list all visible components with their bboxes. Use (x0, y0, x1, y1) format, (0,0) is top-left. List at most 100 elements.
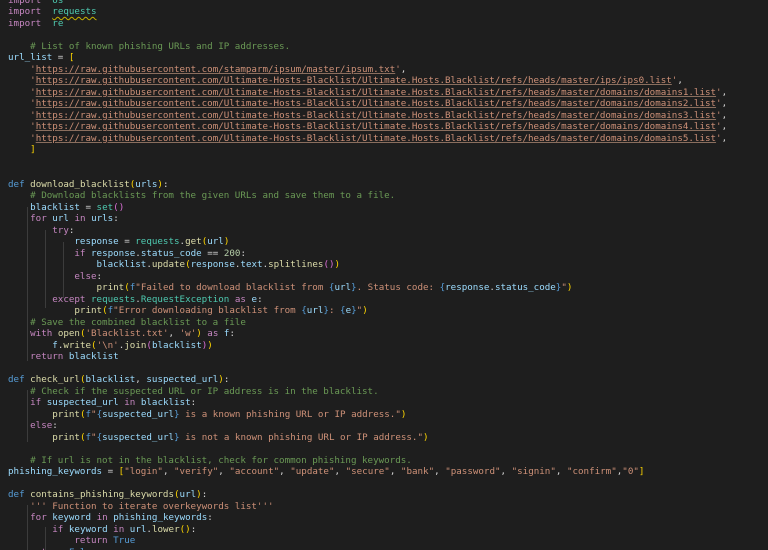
code-line[interactable]: else: (8, 271, 768, 283)
code-line[interactable]: import re (8, 18, 768, 30)
code-token: as (234, 293, 246, 305)
code-token: : (240, 247, 246, 259)
code-line[interactable]: try: (8, 225, 768, 237)
code-line[interactable]: 'https://raw.githubusercontent.com/Ultim… (8, 87, 768, 99)
code-token: = (118, 236, 136, 247)
code-token: get (185, 236, 202, 247)
code-line[interactable]: except requests.RequestException as e: (8, 294, 768, 306)
code-token: if (30, 397, 42, 408)
code-line[interactable] (8, 363, 768, 375)
code-token: for (30, 512, 47, 523)
code-line[interactable]: 'https://raw.githubusercontent.com/Ultim… (8, 75, 768, 87)
code-line[interactable]: def check_url(blacklist, suspected_url): (8, 374, 768, 386)
code-token: https://raw.githubusercontent.com/Ultima… (35, 86, 717, 98)
code-line[interactable] (8, 29, 768, 41)
code-token: ) (334, 259, 341, 270)
code-line[interactable]: f.write('\n'.join(blacklist)) (8, 340, 768, 352)
code-token: phishing_keywords (8, 466, 103, 477)
code-line[interactable]: # If url is not in the blacklist, check … (8, 455, 768, 467)
code-token: ) (422, 431, 429, 443)
code-token: , (400, 63, 407, 75)
code-token: os (52, 0, 64, 6)
code-token: 'Blacklist.txt' (85, 328, 169, 339)
code-line[interactable] (8, 156, 768, 168)
code-line[interactable]: # Download blacklists from the given URL… (8, 190, 768, 202)
code-line[interactable]: blacklist.update(response.text.splitline… (8, 259, 768, 271)
code-token: def (8, 178, 25, 190)
code-line[interactable]: print(f"{suspected_url} is a known phish… (8, 409, 768, 421)
code-token: , (721, 132, 728, 144)
code-token: # If url is not in the blacklist, check … (30, 454, 412, 466)
code-line[interactable]: def contains_phishing_keywords(url): (8, 489, 768, 501)
code-line[interactable]: if keyword in url.lower(): (8, 524, 768, 536)
code-line[interactable]: 'https://raw.githubusercontent.com/Ultim… (8, 121, 768, 133)
code-token: re (52, 17, 64, 29)
code-line[interactable]: print(f"Failed to download blacklist fro… (8, 282, 768, 294)
code-token: response (74, 236, 119, 247)
code-token: write (63, 339, 92, 351)
code-line[interactable]: phishing_keywords = ["login", "verify", … (8, 466, 768, 478)
code-token: . Status code: (356, 282, 440, 293)
code-token: update (151, 259, 186, 270)
code-token: https://raw.githubusercontent.com/Ultima… (35, 121, 717, 132)
code-token: in (113, 523, 125, 535)
code-line[interactable]: for url in urls: (8, 213, 768, 225)
code-line[interactable]: import requests (8, 6, 768, 18)
code-line[interactable]: if response.status_code == 200: (8, 248, 768, 260)
code-token: blacklist (68, 351, 119, 362)
code-line[interactable]: if suspected_url in blacklist: (8, 397, 768, 409)
code-line[interactable]: print(f"Error downloading blacklist from… (8, 305, 768, 317)
code-token: : (223, 374, 230, 385)
code-line[interactable]: return False (8, 547, 768, 550)
code-token: : (328, 305, 341, 316)
code-line[interactable]: blacklist = set() (8, 202, 768, 214)
code-token: "verify" (174, 466, 219, 477)
code-line[interactable]: # Check if the suspected URL or IP addre… (8, 386, 768, 398)
code-token: return (30, 351, 64, 362)
code-token: , (389, 466, 401, 477)
code-line[interactable] (8, 443, 768, 455)
code-token: import (8, 0, 42, 6)
code-line[interactable]: for keyword in phishing_keywords: (8, 512, 768, 524)
code-token: () (113, 201, 125, 213)
code-token: https://raw.githubusercontent.com/stampa… (35, 63, 396, 75)
code-line[interactable]: ] (8, 144, 768, 156)
code-line[interactable] (8, 167, 768, 179)
code-token: : (207, 512, 213, 523)
code-line[interactable]: with open('Blacklist.txt', 'w') as f: (8, 328, 768, 340)
code-line[interactable]: else: (8, 420, 768, 432)
code-line[interactable]: 'https://raw.githubusercontent.com/Ultim… (8, 110, 768, 122)
code-line[interactable]: def download_blacklist(urls): (8, 179, 768, 191)
code-line[interactable]: 'https://raw.githubusercontent.com/stamp… (8, 64, 768, 76)
code-line[interactable]: # List of known phishing URLs and IP add… (8, 41, 768, 53)
code-line[interactable] (8, 478, 768, 490)
code-line[interactable]: response = requests.get(url) (8, 236, 768, 248)
code-line[interactable]: return True (8, 535, 768, 547)
code-line[interactable]: ''' Function to iterate overkeywords lis… (8, 501, 768, 513)
code-line[interactable]: url_list = [ (8, 52, 768, 64)
code-token: contains_phishing_keywords (30, 489, 174, 500)
code-line[interactable]: return blacklist (8, 351, 768, 363)
code-token: open (57, 328, 80, 339)
code-line[interactable]: # Save the combined blacklist to a file (8, 317, 768, 329)
code-editor[interactable]: import os import requests import re # List… (0, 0, 768, 550)
code-token: suspected_url (146, 374, 219, 385)
code-line[interactable]: 'https://raw.githubusercontent.com/Ultim… (8, 98, 768, 110)
code-line[interactable]: 'https://raw.githubusercontent.com/Ultim… (8, 133, 768, 145)
code-token: status_code (494, 282, 556, 293)
code-token: ) (566, 282, 573, 293)
code-token: , (168, 328, 180, 339)
code-token: "update" (290, 466, 335, 477)
code-line[interactable]: print(f"{suspected_url} is not a known p… (8, 432, 768, 444)
